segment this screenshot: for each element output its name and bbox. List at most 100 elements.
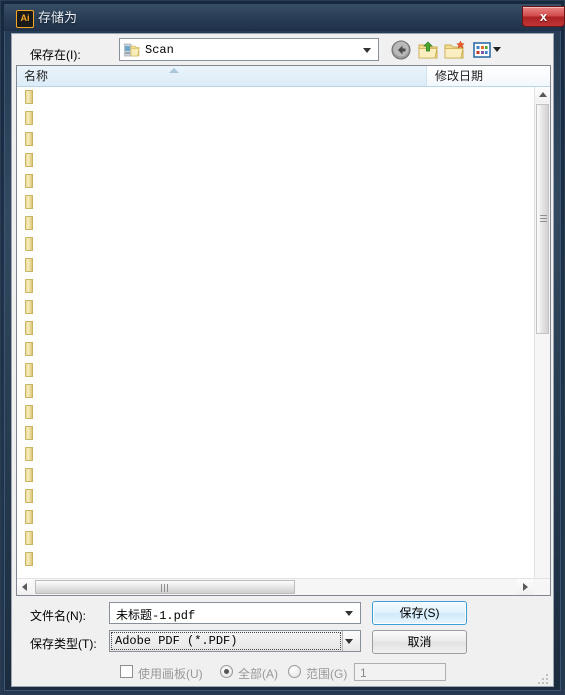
back-icon[interactable] bbox=[390, 39, 412, 61]
radio-range-label: 范围(G) bbox=[306, 667, 348, 681]
app-icon: Ai bbox=[16, 10, 34, 28]
table-row[interactable] bbox=[17, 465, 535, 486]
table-row[interactable] bbox=[17, 339, 535, 360]
filetype-dropdown-button[interactable] bbox=[342, 631, 360, 651]
chevron-down-icon[interactable] bbox=[345, 611, 353, 616]
filetype-label: 保存类型(T): bbox=[30, 637, 97, 651]
file-list: 名称 修改日期 bbox=[16, 65, 551, 596]
range-input[interactable]: 1 bbox=[354, 663, 446, 681]
dialog-client-area: 保存在(I): Scan 名称 修改日期 文件名(N): 未标题-1.pdf 保… bbox=[11, 33, 554, 687]
scan-folder-icon bbox=[124, 43, 140, 57]
scroll-up-button[interactable] bbox=[535, 87, 550, 103]
views-icon[interactable] bbox=[471, 39, 493, 61]
triangle-up-icon bbox=[538, 92, 547, 97]
views-chevron-down-icon[interactable] bbox=[493, 47, 501, 52]
table-row[interactable] bbox=[17, 171, 535, 192]
folder-icon bbox=[25, 510, 33, 524]
use-artboards-label: 使用画板(U) bbox=[138, 667, 203, 681]
folder-icon bbox=[25, 489, 33, 503]
chevron-down-icon bbox=[363, 47, 371, 53]
folder-icon bbox=[25, 111, 33, 125]
table-row[interactable] bbox=[17, 276, 535, 297]
triangle-left-icon bbox=[22, 583, 27, 591]
close-icon: x bbox=[539, 9, 548, 24]
table-row[interactable] bbox=[17, 255, 535, 276]
file-list-body[interactable] bbox=[17, 87, 535, 579]
table-row[interactable] bbox=[17, 318, 535, 339]
folder-icon bbox=[25, 90, 33, 104]
folder-icon bbox=[25, 153, 33, 167]
save-button[interactable]: 保存(S) bbox=[372, 601, 467, 625]
folder-icon bbox=[25, 552, 33, 566]
folder-icon bbox=[25, 279, 33, 293]
table-row[interactable] bbox=[17, 507, 535, 528]
table-row[interactable] bbox=[17, 402, 535, 423]
folder-icon bbox=[25, 342, 33, 356]
folder-icon bbox=[25, 258, 33, 272]
up-folder-icon[interactable] bbox=[417, 39, 439, 61]
table-row[interactable] bbox=[17, 381, 535, 402]
table-row[interactable] bbox=[17, 444, 535, 465]
table-row[interactable] bbox=[17, 549, 535, 570]
table-row[interactable] bbox=[17, 423, 535, 444]
grip-icon bbox=[161, 584, 169, 592]
title-bar[interactable]: Ai 存储为 x bbox=[4, 4, 565, 31]
resize-grip[interactable] bbox=[538, 672, 550, 684]
sort-ascending-icon bbox=[169, 68, 179, 73]
table-row[interactable] bbox=[17, 150, 535, 171]
table-row[interactable] bbox=[17, 129, 535, 150]
folder-icon bbox=[25, 300, 33, 314]
table-row[interactable] bbox=[17, 528, 535, 549]
folder-icon bbox=[25, 447, 33, 461]
scroll-left-button[interactable] bbox=[17, 579, 33, 595]
folder-icon bbox=[25, 237, 33, 251]
folder-icon bbox=[25, 426, 33, 440]
table-row[interactable] bbox=[17, 297, 535, 318]
folder-icon bbox=[25, 132, 33, 146]
new-folder-icon[interactable] bbox=[444, 39, 466, 61]
filetype-value: Adobe PDF (*.PDF) bbox=[115, 634, 238, 648]
scroll-right-button[interactable] bbox=[517, 579, 533, 595]
radio-all-label: 全部(A) bbox=[238, 667, 278, 681]
filename-label: 文件名(N): bbox=[30, 609, 86, 623]
folder-icon bbox=[25, 216, 33, 230]
chevron-down-icon bbox=[345, 639, 353, 644]
cancel-button[interactable]: 取消 bbox=[372, 630, 467, 654]
radio-range[interactable] bbox=[288, 665, 301, 678]
table-row[interactable] bbox=[17, 87, 535, 108]
horizontal-scrollbar[interactable] bbox=[17, 578, 550, 595]
use-artboards-checkbox[interactable] bbox=[120, 665, 133, 678]
window-title: 存储为 bbox=[38, 10, 78, 25]
grip-icon bbox=[540, 215, 547, 223]
vertical-scrollbar-thumb[interactable] bbox=[536, 104, 549, 334]
folder-icon bbox=[25, 195, 33, 209]
folder-icon bbox=[25, 321, 33, 335]
path-value: Scan bbox=[145, 43, 174, 57]
file-list-header: 名称 修改日期 bbox=[17, 66, 550, 87]
column-header-date-modified[interactable]: 修改日期 bbox=[428, 66, 533, 86]
folder-icon bbox=[25, 468, 33, 482]
filename-input[interactable]: 未标题-1.pdf bbox=[109, 602, 361, 624]
folder-icon bbox=[25, 174, 33, 188]
table-row[interactable] bbox=[17, 213, 535, 234]
horizontal-scrollbar-thumb[interactable] bbox=[35, 580, 295, 594]
folder-icon bbox=[25, 531, 33, 545]
close-button[interactable]: x bbox=[522, 6, 565, 27]
save-in-label: 保存在(I): bbox=[30, 48, 81, 62]
filetype-combobox[interactable]: Adobe PDF (*.PDF) bbox=[109, 630, 361, 652]
path-combobox[interactable]: Scan bbox=[119, 38, 379, 61]
column-header-name[interactable]: 名称 bbox=[17, 66, 427, 86]
table-row[interactable] bbox=[17, 360, 535, 381]
range-value: 1 bbox=[360, 666, 367, 680]
save-as-dialog: Ai 存储为 x 保存在(I): Scan 名称 修改日期 文件名(N): 未标… bbox=[0, 0, 565, 695]
table-row[interactable] bbox=[17, 108, 535, 129]
filename-value: 未标题-1.pdf bbox=[116, 609, 196, 623]
options-row: 使用画板(U) 全部(A) 范围(G) 1 bbox=[16, 661, 551, 684]
table-row[interactable] bbox=[17, 192, 535, 213]
radio-all[interactable] bbox=[220, 665, 233, 678]
table-row[interactable] bbox=[17, 234, 535, 255]
table-row[interactable] bbox=[17, 486, 535, 507]
folder-icon bbox=[25, 384, 33, 398]
vertical-scrollbar[interactable] bbox=[534, 87, 550, 595]
folder-icon bbox=[25, 363, 33, 377]
